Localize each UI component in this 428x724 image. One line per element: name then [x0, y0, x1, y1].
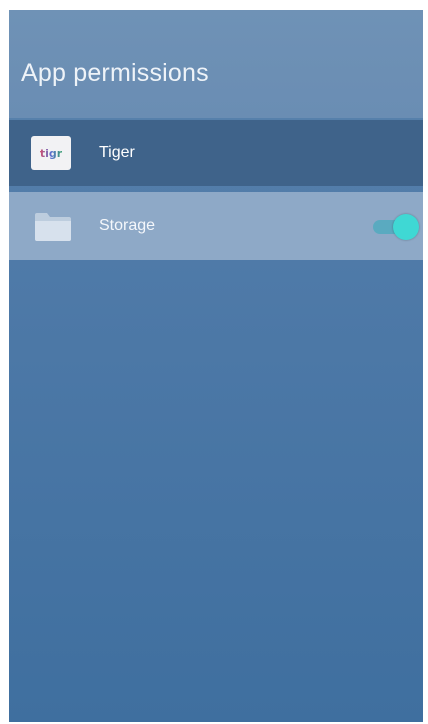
header: App permissions: [9, 10, 423, 118]
app-row: tigr Tiger: [9, 120, 423, 186]
permission-label: Storage: [99, 217, 156, 234]
app-permissions-screen: App permissions tigr Tiger Storage: [9, 10, 423, 722]
page-title: App permissions: [21, 59, 209, 87]
tiger-app-icon: tigr: [31, 136, 71, 170]
storage-toggle[interactable]: [373, 212, 419, 240]
app-name-label: Tiger: [99, 144, 135, 161]
toggle-thumb: [393, 214, 419, 240]
permission-row-storage[interactable]: Storage: [9, 192, 423, 260]
app-icon-text: tigr: [39, 146, 63, 160]
folder-icon: [35, 213, 71, 241]
